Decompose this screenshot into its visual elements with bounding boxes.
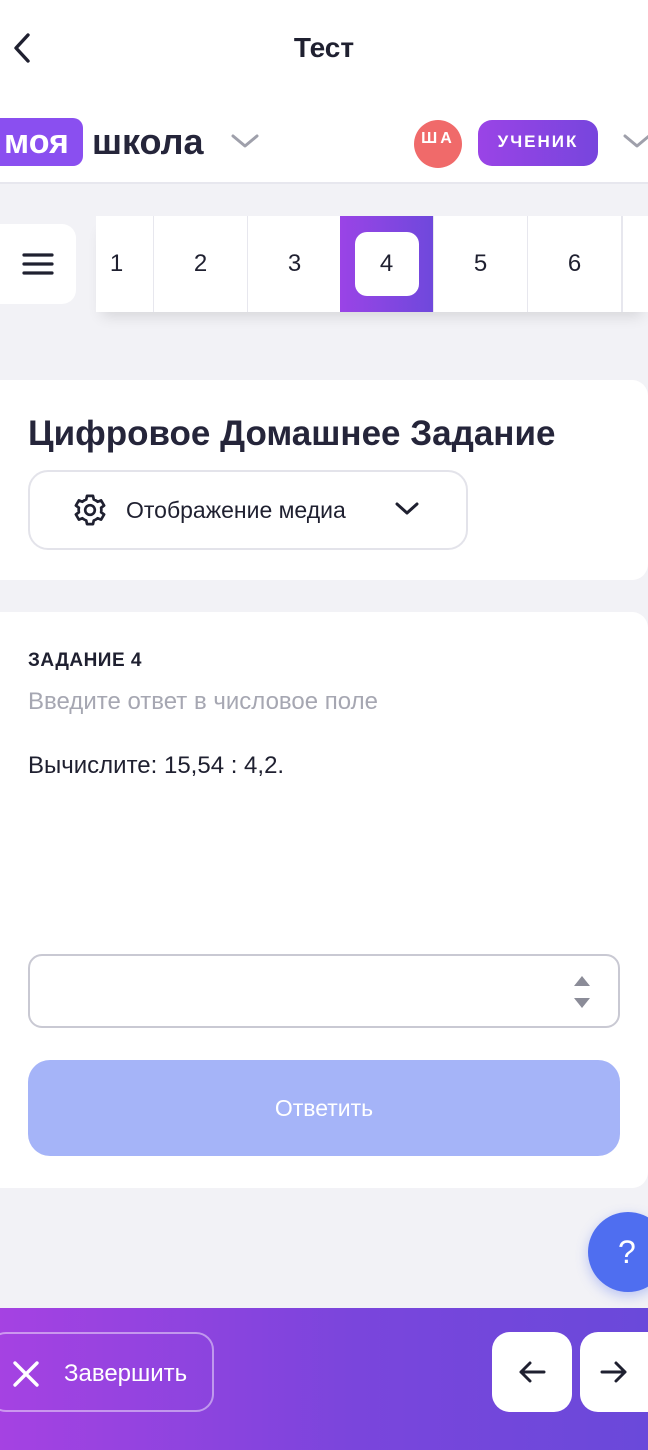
question-number: 4: [379, 250, 394, 277]
chevron-down-icon: [395, 502, 419, 515]
gear-icon: [74, 494, 106, 526]
submit-answer-button[interactable]: Ответить: [28, 1060, 620, 1156]
bottom-bar: Завершить: [0, 1308, 648, 1450]
question-number: 1: [109, 250, 124, 277]
previous-question-button[interactable]: [492, 1332, 572, 1412]
task-question: Вычислите: 15,54 : 4,2.: [28, 752, 285, 779]
brand-bar: моя школа ША УЧЕНИК: [0, 98, 648, 184]
question-number: 5: [473, 250, 488, 277]
active-number-box: 4: [354, 232, 419, 296]
question-navigator: 1 2 3 4 5 6: [96, 216, 648, 312]
homework-card: Цифровое Домашнее Задание Отображение ме…: [0, 380, 648, 580]
question-tab-3[interactable]: 3: [248, 216, 342, 312]
finish-button[interactable]: Завершить: [0, 1332, 214, 1412]
task-hint: Введите ответ в числовое поле: [28, 688, 378, 715]
next-question-button[interactable]: [580, 1332, 648, 1412]
close-icon: [13, 1361, 39, 1387]
help-button[interactable]: ?: [588, 1212, 648, 1292]
question-tab-4-active[interactable]: 4: [340, 216, 434, 312]
logo-badge: моя: [0, 118, 83, 166]
role-badge[interactable]: УЧЕНИК: [478, 120, 598, 166]
menu-button[interactable]: [0, 224, 76, 304]
hamburger-menu-icon: [22, 253, 54, 275]
number-stepper-icon[interactable]: [570, 970, 594, 1014]
media-display-select[interactable]: Отображение медиа: [28, 470, 468, 550]
homework-title: Цифровое Домашнее Задание: [28, 414, 556, 453]
question-number: 6: [567, 250, 582, 277]
arrow-left-icon: [519, 1361, 546, 1383]
page-title: Тест: [293, 32, 355, 63]
finish-label: Завершить: [64, 1360, 188, 1387]
task-card: ЗАДАНИЕ 4 Введите ответ в числовое поле …: [0, 612, 648, 1188]
answer-number-field[interactable]: [28, 954, 620, 1028]
question-tab-next-partial[interactable]: [622, 216, 648, 312]
answer-input[interactable]: [44, 970, 544, 1012]
arrow-right-icon: [600, 1361, 627, 1383]
task-label: ЗАДАНИЕ 4: [28, 650, 142, 671]
question-tab-5[interactable]: 5: [434, 216, 528, 312]
question-tab-2[interactable]: 2: [154, 216, 248, 312]
question-number: 2: [193, 250, 208, 277]
avatar[interactable]: ША: [414, 120, 462, 168]
media-select-label: Отображение медиа: [126, 497, 346, 523]
question-number: 3: [287, 250, 302, 277]
question-tab-6[interactable]: 6: [528, 216, 622, 312]
role-chevron-down-icon[interactable]: [622, 132, 648, 150]
question-tab-1[interactable]: 1: [96, 216, 154, 312]
chevron-down-icon[interactable]: [230, 132, 260, 150]
top-bar: Тест: [0, 0, 648, 98]
logo-text: школа: [92, 121, 204, 162]
